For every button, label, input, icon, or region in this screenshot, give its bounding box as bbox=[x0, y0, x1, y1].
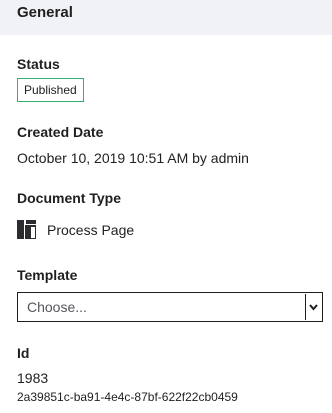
id-value: 1983 bbox=[17, 370, 49, 386]
panel-title: General bbox=[17, 4, 73, 21]
created-date-value: October 10, 2019 10:51 AM by admin bbox=[17, 150, 249, 166]
status-label: Status bbox=[17, 56, 60, 72]
general-panel: General Status Published Created Date Oc… bbox=[0, 0, 332, 413]
panel-header: General bbox=[0, 0, 332, 35]
template-select-value: Choose... bbox=[27, 299, 87, 315]
document-type-value: Process Page bbox=[47, 221, 135, 238]
chevron-down-icon[interactable] bbox=[305, 294, 321, 320]
document-type-label: Document Type bbox=[17, 190, 121, 206]
page-layout-icon bbox=[17, 220, 37, 240]
template-select[interactable]: Choose... bbox=[17, 292, 323, 322]
id-label: Id bbox=[17, 345, 30, 361]
document-type-row: Process Page bbox=[17, 220, 135, 240]
status-badge: Published bbox=[17, 78, 84, 102]
template-label: Template bbox=[17, 267, 78, 283]
uuid-value: 2a39851c-ba91-4e4c-87bf-622f22cb0459 bbox=[17, 390, 238, 404]
created-date-label: Created Date bbox=[17, 124, 104, 140]
